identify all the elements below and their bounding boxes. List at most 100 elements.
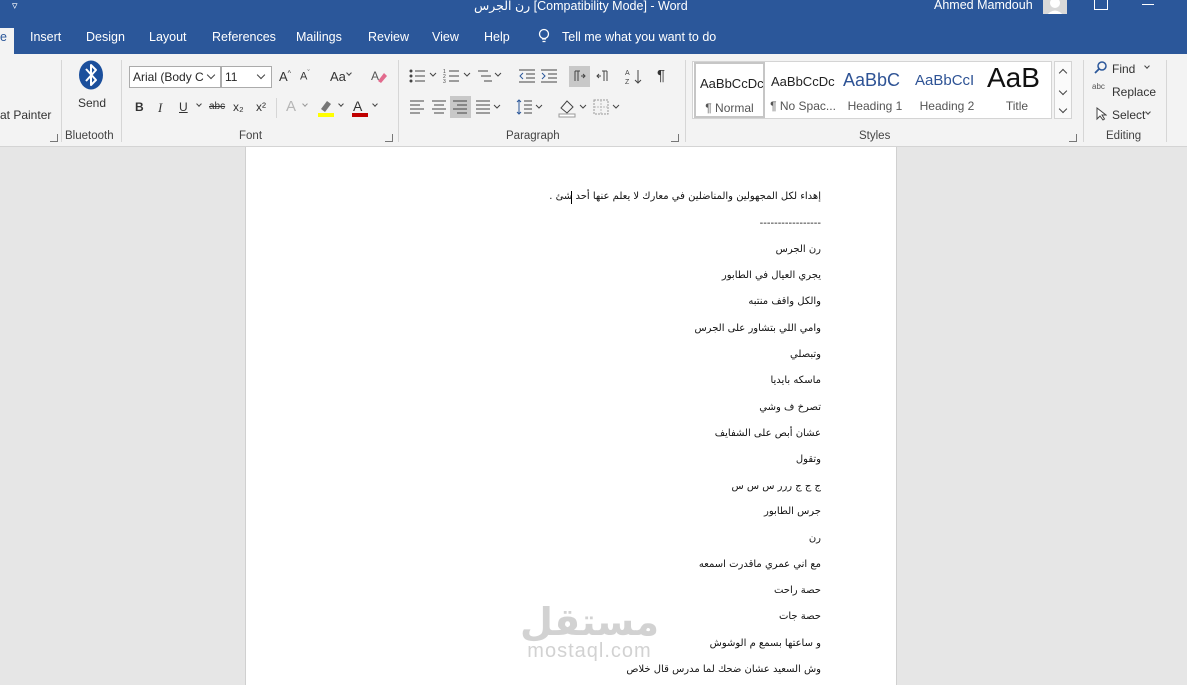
tab-design[interactable]: Design — [86, 30, 125, 44]
highlighter-icon[interactable] — [316, 98, 336, 123]
select-button[interactable]: Select — [1112, 108, 1145, 122]
document-line[interactable]: تصرخ ف وشي — [759, 402, 821, 413]
borders-icon[interactable] — [593, 98, 623, 121]
style-normal[interactable]: AaBbCcDc ¶ Normal — [694, 62, 765, 118]
show-paragraph-marks-button[interactable]: ¶ — [657, 67, 665, 84]
select-arrow-icon[interactable] — [1095, 106, 1108, 126]
shading-icon[interactable] — [558, 98, 588, 123]
quick-access-dropdown-icon[interactable]: ▿ — [12, 0, 18, 12]
format-painter-button[interactable]: at Painter — [0, 108, 51, 122]
sort-icon[interactable]: AZ — [625, 68, 643, 91]
subscript-button[interactable]: x₂ — [233, 100, 244, 114]
document-line[interactable]: حصة راحت — [774, 585, 821, 596]
underline-dropdown-icon[interactable] — [196, 101, 202, 107]
document-line[interactable]: وتبصلي — [790, 349, 821, 360]
minimize-icon[interactable] — [1142, 4, 1154, 5]
bluetooth-send-button[interactable]: Send — [78, 96, 106, 110]
increase-indent-icon[interactable] — [540, 68, 558, 89]
text-cursor — [571, 191, 572, 204]
text-effects-button[interactable]: A — [286, 98, 296, 115]
styles-gallery-scroll[interactable] — [1054, 61, 1072, 119]
gallery-more-icon[interactable] — [1058, 104, 1068, 114]
strikethrough-button[interactable]: abc — [209, 101, 225, 112]
document-line[interactable]: رن الجرس — [776, 244, 821, 255]
style-sample: AaBbCcI — [915, 72, 975, 89]
tab-insert[interactable]: Insert — [30, 30, 61, 44]
document-line[interactable]: جرس الطابور — [764, 506, 821, 517]
bullets-icon[interactable] — [409, 68, 439, 89]
tab-mailings[interactable]: Mailings — [296, 30, 342, 44]
font-launcher-icon[interactable] — [385, 134, 393, 142]
decrease-indent-icon[interactable] — [518, 68, 536, 89]
font-color-dropdown-icon[interactable] — [372, 101, 378, 107]
ribbon-display-options-icon[interactable] — [1094, 0, 1108, 10]
numbering-icon[interactable]: 123 — [443, 68, 473, 89]
align-right-icon[interactable] — [450, 96, 471, 118]
tab-active-partial[interactable]: e — [0, 28, 14, 54]
find-icon[interactable] — [1094, 60, 1108, 79]
tell-me-label: Tell me what you want to do — [562, 30, 717, 44]
document-line[interactable]: وامي اللي بتشاور على الجرس — [694, 323, 821, 334]
document-line[interactable]: ----------------- — [760, 218, 821, 229]
justify-icon[interactable] — [475, 100, 501, 119]
tab-layout[interactable]: Layout — [149, 30, 187, 44]
document-line[interactable]: عشان أبص على الشفايف — [715, 428, 821, 439]
grow-font-icon[interactable]: A^ — [279, 69, 291, 84]
style-no-spacing[interactable]: AaBbCcDc ¶ No Spac... — [767, 62, 839, 118]
watermark-arabic: مستقل — [520, 600, 659, 644]
font-size-combobox[interactable]: 11 — [221, 66, 272, 88]
align-center-icon[interactable] — [431, 100, 447, 119]
user-name[interactable]: Ahmed Mamdouh — [934, 0, 1033, 12]
font-color-icon[interactable]: A — [351, 98, 369, 123]
style-title[interactable]: AaB Title — [983, 62, 1051, 118]
tab-help[interactable]: Help — [484, 30, 510, 44]
text-effects-dropdown-icon[interactable] — [302, 101, 308, 107]
line-spacing-icon[interactable] — [516, 98, 544, 121]
find-dropdown-icon[interactable] — [1144, 63, 1150, 69]
document-line[interactable]: وتقول — [796, 454, 821, 465]
multilevel-list-icon[interactable] — [477, 68, 505, 89]
gallery-down-icon[interactable] — [1058, 86, 1068, 96]
right-to-left-icon[interactable] — [594, 66, 612, 92]
document-line[interactable]: وش السعيد عشان ضحك لما مدرس قال خلاص — [626, 664, 821, 675]
find-button[interactable]: Find — [1112, 62, 1135, 76]
replace-button[interactable]: Replace — [1112, 85, 1156, 99]
italic-button[interactable]: I — [158, 100, 162, 116]
tell-me-search[interactable]: Tell me what you want to do — [538, 28, 716, 44]
styles-launcher-icon[interactable] — [1069, 134, 1077, 142]
document-line[interactable]: رن — [809, 533, 821, 544]
shrink-font-icon[interactable]: Aˇ — [300, 70, 310, 83]
document-line[interactable]: و ساعتها بسمع م الوشوش — [710, 638, 821, 649]
superscript-button[interactable]: x² — [256, 100, 266, 114]
bluetooth-icon[interactable] — [78, 60, 104, 95]
clear-formatting-icon[interactable]: A — [370, 68, 388, 89]
watermark-latin: mostaql.com — [527, 640, 652, 662]
style-heading-1[interactable]: AaBbC Heading 1 — [839, 62, 911, 118]
underline-button[interactable]: U — [179, 100, 188, 114]
tab-references[interactable]: References — [212, 30, 276, 44]
document-line[interactable]: والكل واقف منتبه — [748, 296, 821, 307]
document-line[interactable]: مع اني عمري ماقدرت اسمعه — [699, 559, 821, 570]
document-line[interactable]: ج ج ج ررر س س س — [731, 481, 821, 492]
left-to-right-icon[interactable] — [569, 66, 590, 87]
document-line[interactable]: ماسكه بايديا — [770, 375, 821, 386]
clipboard-launcher-icon[interactable] — [50, 134, 58, 142]
font-name-combobox[interactable]: Arial (Body C — [129, 66, 221, 88]
bold-button[interactable]: B — [135, 100, 144, 114]
svg-text:Z: Z — [625, 79, 630, 86]
paragraph-launcher-icon[interactable] — [671, 134, 679, 142]
document-line[interactable]: يجري العيال في الطابور — [722, 270, 821, 281]
select-dropdown-icon[interactable] — [1145, 109, 1151, 115]
style-heading-2[interactable]: AaBbCcI Heading 2 — [911, 62, 983, 118]
gallery-up-icon[interactable] — [1058, 68, 1068, 78]
document-line[interactable]: إهداء لكل المجهولين والمناضلين في معارك … — [549, 191, 821, 202]
group-separator — [398, 60, 399, 142]
change-case-button[interactable]: Aa — [330, 69, 346, 84]
document-line[interactable]: حصة جات — [779, 611, 821, 622]
replace-icon[interactable]: abc — [1092, 82, 1105, 91]
tab-view[interactable]: View — [432, 30, 459, 44]
change-case-dropdown-icon[interactable] — [346, 70, 352, 76]
align-left-icon[interactable] — [409, 100, 425, 119]
highlight-dropdown-icon[interactable] — [338, 101, 344, 107]
tab-review[interactable]: Review — [368, 30, 409, 44]
